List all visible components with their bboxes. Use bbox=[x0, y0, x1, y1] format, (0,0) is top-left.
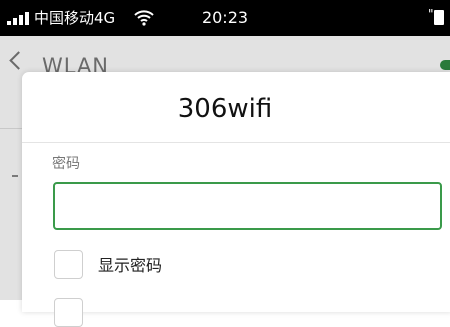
wifi-password-dialog: 306wifi 密码 显示密码 bbox=[22, 72, 450, 327]
status-time: 20:23 bbox=[201, 8, 249, 27]
show-password-label[interactable]: 显示密码 bbox=[98, 256, 162, 276]
option-checkbox[interactable] bbox=[54, 298, 83, 327]
dialog-title: 306wifi bbox=[177, 94, 273, 124]
list-item-indicator bbox=[12, 175, 18, 177]
list-divider bbox=[0, 128, 22, 129]
wlan-toggle[interactable] bbox=[440, 60, 450, 70]
battery-icon: " bbox=[428, 7, 444, 27]
password-input[interactable] bbox=[53, 182, 442, 230]
password-label: 密码 bbox=[52, 156, 80, 172]
dialog-divider bbox=[22, 142, 450, 143]
show-password-checkbox[interactable] bbox=[54, 250, 83, 279]
status-bar: 中国移动4G 20:23 " bbox=[0, 0, 450, 36]
